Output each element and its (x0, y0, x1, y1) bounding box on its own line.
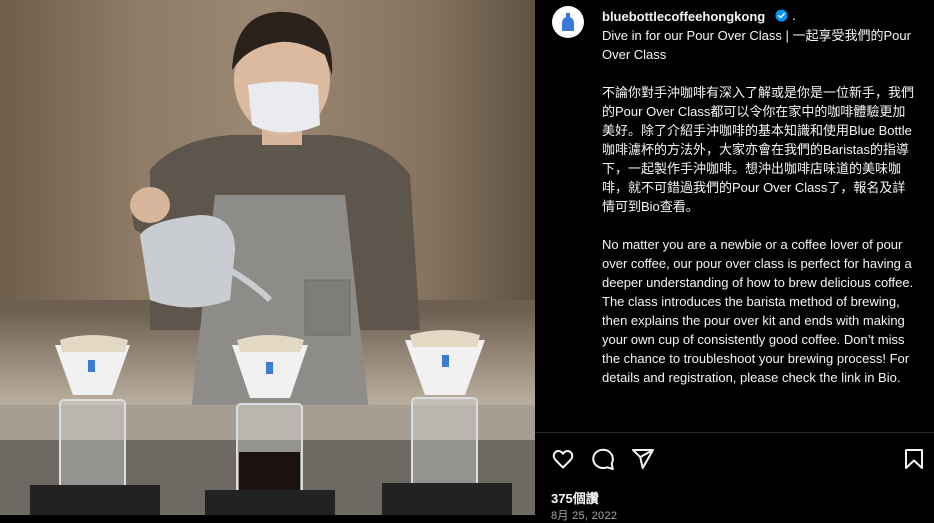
likes-count[interactable]: 375個讚 (551, 488, 599, 507)
bookmark-icon (905, 449, 923, 469)
post-date: 8月 25, 2022 (551, 510, 618, 522)
username[interactable]: bluebottlecoffeehongkong (602, 9, 765, 24)
post-sidebar: bluebottlecoffeehongkong . Dive in for o… (535, 0, 934, 522)
post-image[interactable] (0, 0, 535, 515)
photo-illustration (0, 11, 535, 515)
actions-divider (535, 432, 934, 433)
save-button[interactable] (902, 447, 928, 473)
comment-button[interactable] (591, 447, 617, 473)
blue-bottle-logo-icon (562, 13, 574, 31)
like-button[interactable] (551, 447, 577, 473)
share-button[interactable] (631, 447, 657, 473)
share-icon (632, 449, 654, 469)
avatar[interactable] (552, 6, 584, 38)
verified-badge-icon (775, 9, 788, 22)
post-caption: Dive in for our Pour Over Class | 一起享受我們… (602, 28, 915, 385)
heart-icon (552, 450, 574, 469)
comment-icon (592, 448, 614, 470)
header-separator: . (792, 7, 796, 23)
